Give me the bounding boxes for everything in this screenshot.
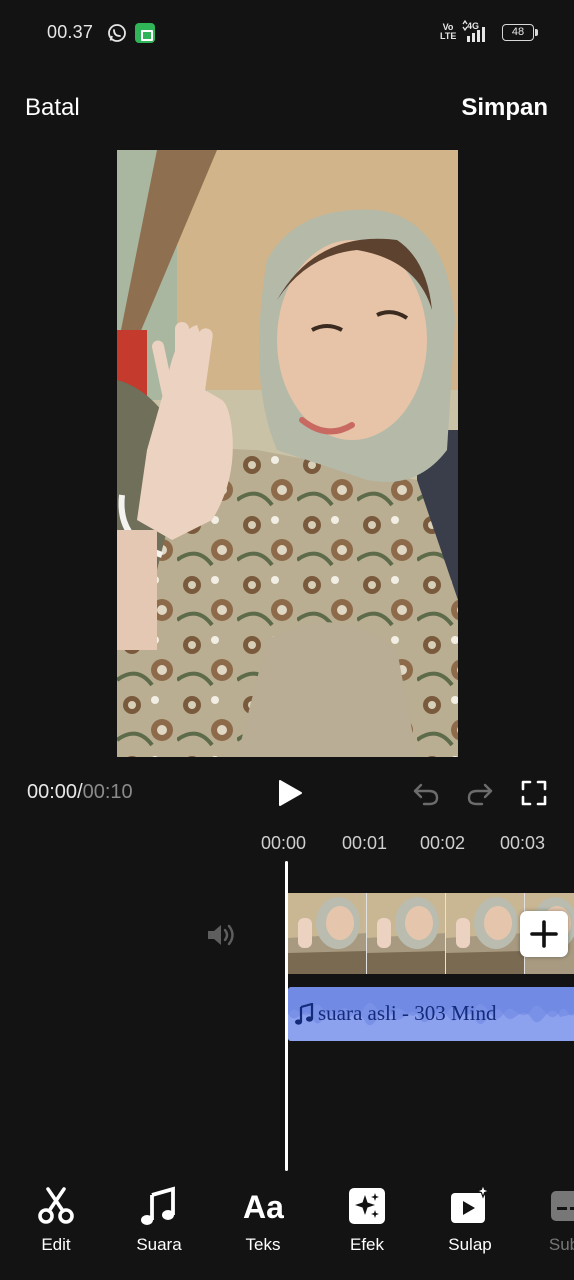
tool-label-text: Teks <box>245 1235 281 1254</box>
shop-app-icon <box>135 23 155 43</box>
bottom-toolbar: Edit Suara Aa Teks Efek Sulap Su <box>0 1175 574 1280</box>
add-clip-button[interactable] <box>520 911 568 957</box>
tool-label-magic: Sulap <box>448 1235 492 1254</box>
cancel-button[interactable]: Batal <box>25 94 80 122</box>
ruler-label-0: 00:00 <box>261 833 307 853</box>
tool-sound[interactable]: Suara <box>119 1185 199 1255</box>
signal-4g-icon: 4G <box>462 20 485 42</box>
video-frame-image <box>117 150 458 757</box>
status-bar: 00.37 Vo LTE 4G 48 <box>0 0 574 66</box>
status-time: 00.37 <box>47 22 94 42</box>
current-time: 00:00 <box>27 781 78 803</box>
tool-label-subtitle: Sub <box>548 1235 574 1254</box>
ruler-label-1: 00:01 <box>342 833 388 853</box>
clip-thumbnail <box>288 893 367 974</box>
tool-label-edit: Edit <box>41 1235 71 1254</box>
tool-magic[interactable]: Sulap <box>430 1185 510 1255</box>
music-note-icon <box>295 1002 314 1025</box>
play-icon[interactable] <box>276 778 304 808</box>
audio-track-label: suara asli - 303 Mind <box>294 1001 496 1026</box>
whatsapp-icon <box>108 24 126 42</box>
battery-tip <box>535 29 538 36</box>
tool-effects[interactable]: Efek <box>327 1185 407 1255</box>
clip-thumbnail <box>446 893 525 974</box>
text-aa-icon: Aa <box>243 1189 284 1225</box>
tool-text[interactable]: Aa Teks <box>223 1185 303 1255</box>
save-button[interactable]: Simpan <box>461 94 548 122</box>
battery-level: 48 <box>502 24 534 41</box>
fullscreen-icon[interactable] <box>520 779 548 807</box>
subtitle-icon <box>551 1191 574 1221</box>
undo-icon[interactable] <box>412 779 440 807</box>
sparkle-effect-icon <box>349 1188 385 1224</box>
scissors-icon <box>38 1187 74 1224</box>
clip-thumbnail <box>367 893 446 974</box>
speaker-icon[interactable] <box>205 921 237 949</box>
audio-track-title: suara asli - 303 Mind <box>318 1001 497 1025</box>
tool-label-sound: Suara <box>136 1235 182 1254</box>
network-type-label: 4G <box>467 21 479 31</box>
ruler-label-3: 00:03 <box>500 833 546 853</box>
magic-video-icon <box>451 1185 491 1223</box>
svg-text:Aa: Aa <box>243 1189 284 1225</box>
music-note-icon <box>141 1186 175 1225</box>
tool-subtitle[interactable]: Sub <box>524 1185 574 1255</box>
audio-track[interactable]: suara asli - 303 Mind <box>288 987 574 1041</box>
battery-icon: 48 <box>502 24 538 41</box>
time-readout: 00:00/00:10 <box>27 781 133 804</box>
volte-indicator: Vo LTE <box>440 22 457 41</box>
ruler-label-2: 00:02 <box>420 833 466 853</box>
video-preview[interactable] <box>117 150 458 757</box>
timeline-playhead[interactable] <box>285 861 288 1171</box>
tool-label-effects: Efek <box>349 1235 385 1254</box>
redo-icon[interactable] <box>466 779 494 807</box>
total-time: 00:10 <box>82 781 133 803</box>
tool-edit[interactable]: Edit <box>16 1185 96 1255</box>
